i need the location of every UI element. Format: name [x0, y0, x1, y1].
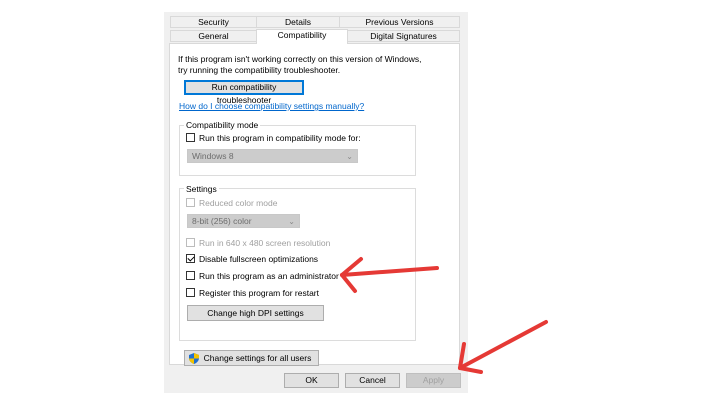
tab-compatibility[interactable]: Compatibility [256, 29, 348, 44]
annotation-arrow-apply [458, 320, 548, 374]
